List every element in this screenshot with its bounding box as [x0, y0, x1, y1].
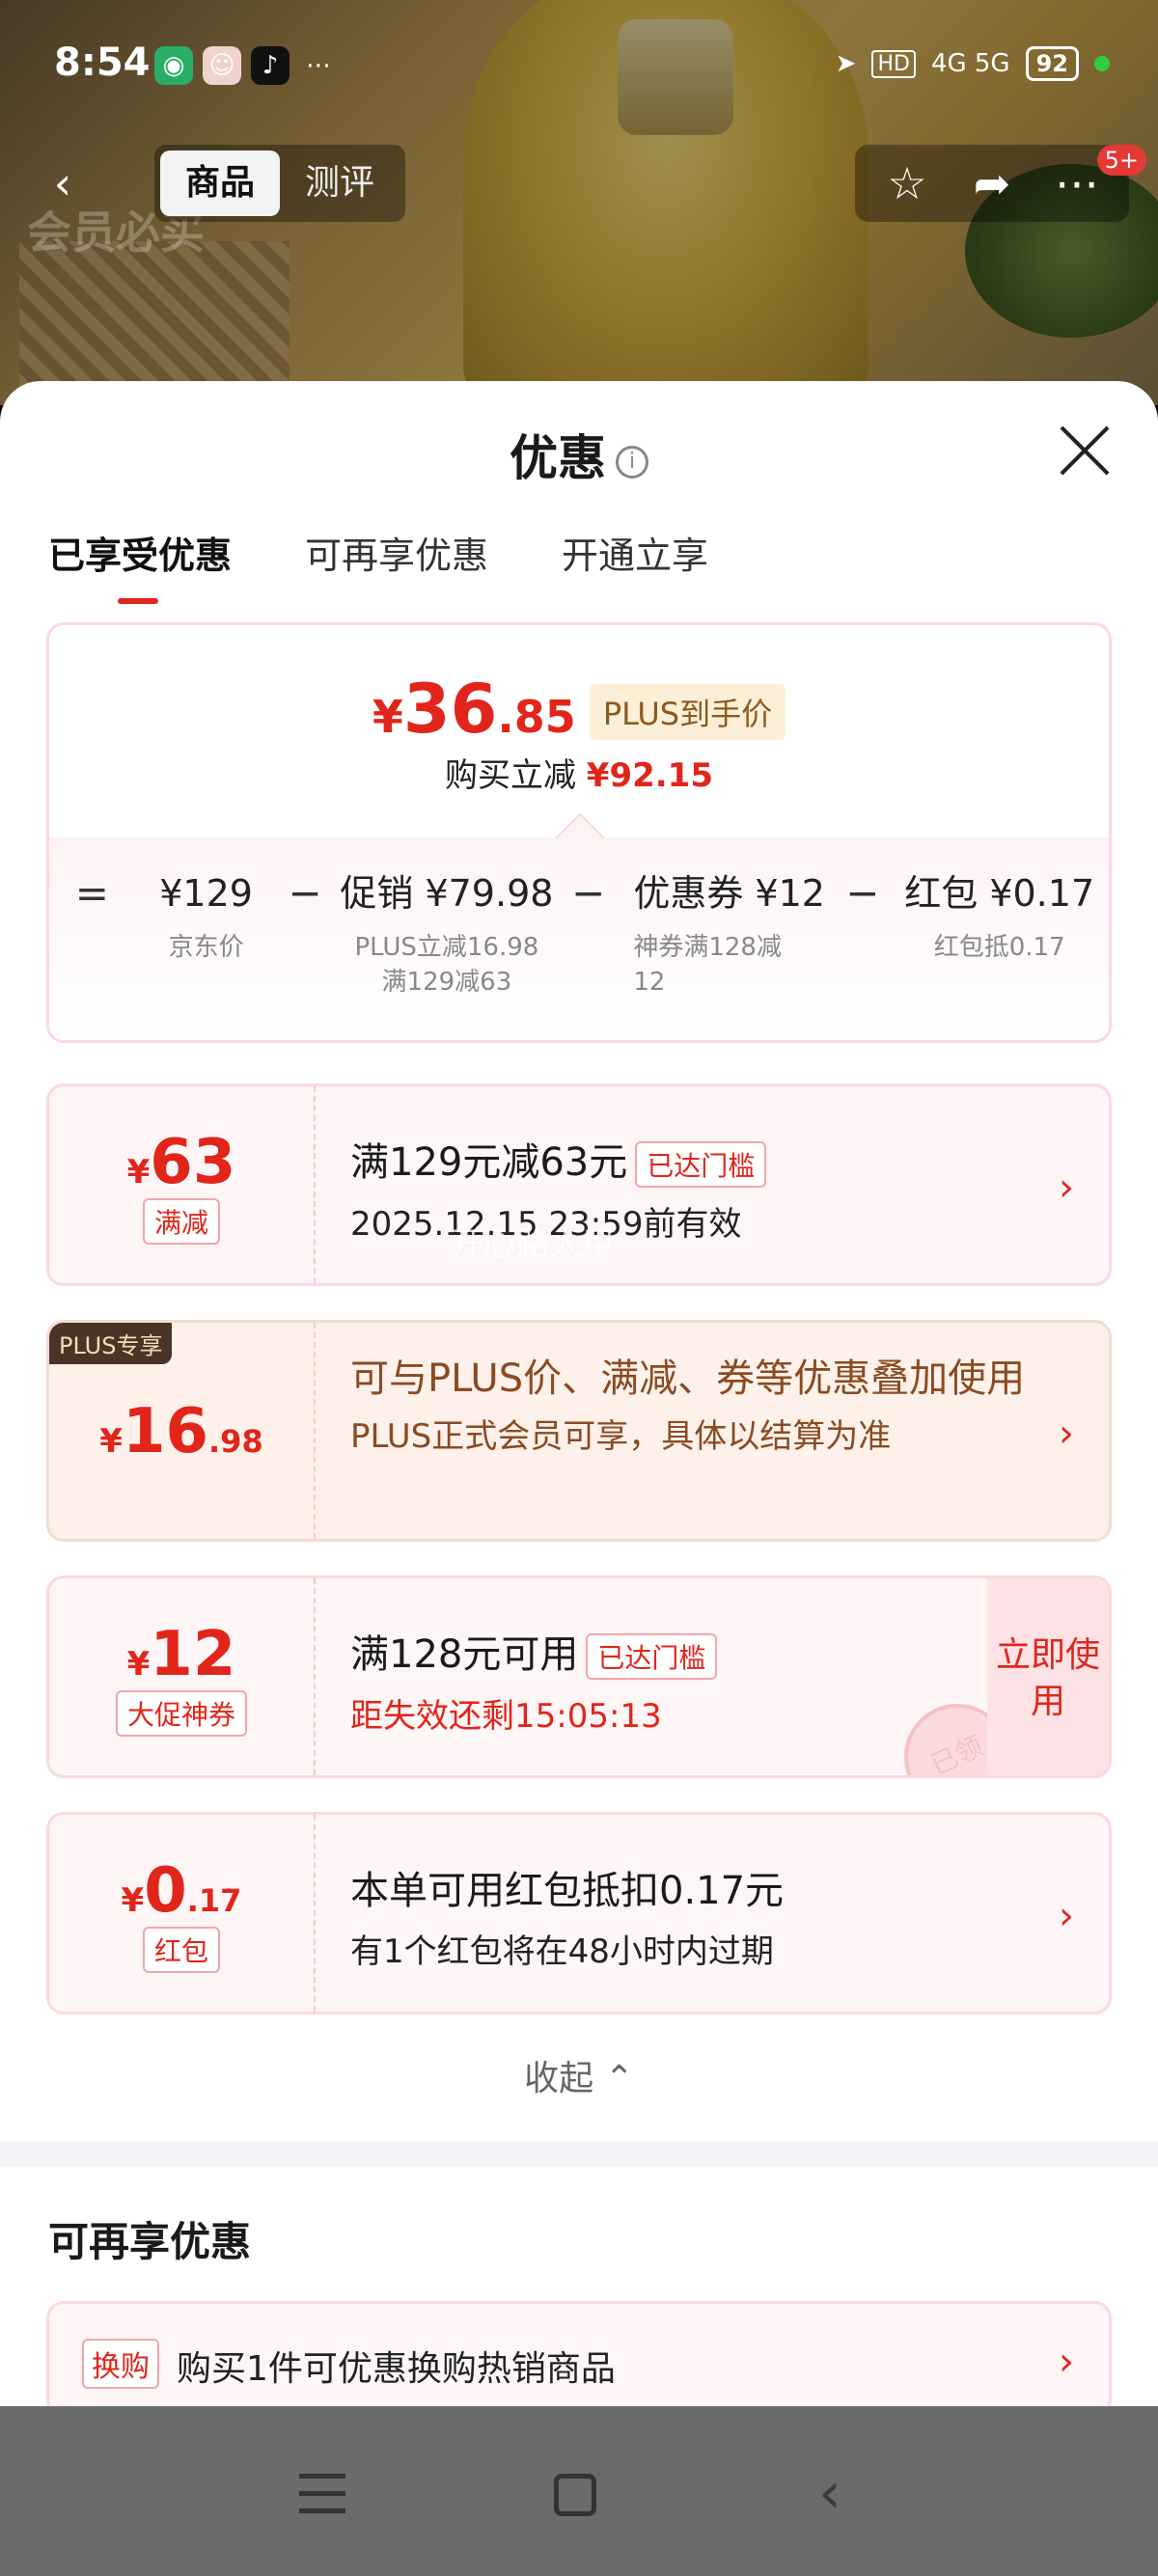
- tab-enjoyed[interactable]: 已享受优惠: [48, 526, 232, 604]
- info-icon[interactable]: i: [616, 445, 648, 479]
- avatar-icon: ☺: [203, 46, 241, 85]
- coupon-big-promo[interactable]: ¥12 大促神券 满128元可用 已达门槛 距失效还剩15:05:13 已领 立即…: [46, 1576, 1112, 1778]
- tiktok-icon: ♪: [251, 46, 290, 85]
- privacy-dot: [1094, 56, 1110, 71]
- coupon-details: 本单可用红包抵扣0.17元 有1个红包将在48小时内过期: [350, 1859, 784, 1972]
- formula-item-redpacket: 红包 ¥0.17 红包抵0.17: [904, 872, 1095, 962]
- collapse-label: 收起: [524, 2059, 594, 2098]
- status-right: ➤ HD 4G 5G 92: [836, 46, 1110, 81]
- formula-op: −: [571, 869, 606, 917]
- tab-product[interactable]: 商品: [160, 151, 281, 216]
- threshold-reached-tag: 已达门槛: [586, 1633, 718, 1680]
- nav-actions: ☆ ➦ ⋯: [855, 145, 1129, 222]
- chevron-right-icon[interactable]: ›: [1059, 1165, 1074, 1210]
- section-divider: [0, 2142, 1158, 2167]
- reduce-amount: ¥92.15: [586, 756, 713, 795]
- formula-item-coupon: 优惠券 ¥12 神券满128减 12: [633, 872, 825, 997]
- status-time: 8:54: [54, 41, 151, 85]
- coupon-amount-panel: ¥63 满减: [49, 1086, 316, 1283]
- final-price: ¥36.85: [372, 670, 576, 749]
- collapse-button[interactable]: 收起 ⌃: [0, 2050, 1158, 2100]
- system-navigation-bar: ‹: [0, 2406, 1158, 2576]
- coupon-amount: ¥16.98: [99, 1396, 263, 1467]
- coupon-details: 满128元可用 已达门槛 距失效还剩15:05:13: [350, 1623, 718, 1737]
- reduce-line: 购买立减 ¥92.15: [444, 756, 713, 795]
- favorite-star-icon[interactable]: ☆: [868, 145, 946, 222]
- coupon-type-tag: 大促神券: [115, 1690, 247, 1737]
- swap-offer-row[interactable]: 换购 购买1件可优惠换购热销商品 ›: [46, 2301, 1112, 2407]
- coupon-plus-exclusive[interactable]: ¥16.98 PLUS专享 可与PLUS价、满减、券等优惠叠加使用 PLUS正式…: [46, 1320, 1112, 1542]
- status-bar: 8:54 ◉ ☺ ♪ ⋯ ➤ HD 4G 5G 92: [0, 0, 1158, 135]
- message-count-badge: 5+: [1096, 145, 1146, 176]
- coupon-amount: ¥0.17: [121, 1855, 242, 1927]
- swap-tag: 换购: [82, 2339, 159, 2389]
- sheet-title: 优惠 i: [0, 420, 1158, 489]
- more-notifications-icon: ⋯: [306, 51, 331, 80]
- formula-item-promotion: 促销 ¥79.98 PLUS立减16.98 满129减63: [340, 872, 554, 997]
- coupon-amount-panel: ¥0.17 红包: [49, 1815, 316, 2012]
- coupon-note: PLUS正式会员可享，具体以结算为准: [350, 1417, 892, 1456]
- plus-only-badge: PLUS专享: [49, 1323, 173, 1364]
- coupon-type-tag: 红包: [142, 1927, 220, 1973]
- tab-more-available[interactable]: 可再享优惠: [305, 526, 488, 604]
- coupon-amount-panel: ¥12 大促神券: [49, 1578, 316, 1775]
- product-nav-tabs: 商品 测评: [154, 145, 406, 222]
- sheet-title-text: 优惠: [510, 430, 606, 486]
- use-now-label: 立即使用: [995, 1635, 1100, 1721]
- discount-sheet: 优惠 i 已享受优惠 可再享优惠 开通立享 ¥36.85 PLUS到手价 购买立减…: [0, 381, 1158, 2407]
- section-title-more-discounts: 可再享优惠: [48, 2218, 252, 2265]
- swap-text: 购买1件可优惠换购热销商品: [177, 2349, 616, 2389]
- formula-op: −: [845, 869, 880, 917]
- coupon-title: 本单可用红包抵扣0.17元: [350, 1869, 785, 1913]
- coupon-type-tag: 满减: [142, 1198, 220, 1245]
- close-button[interactable]: [1056, 422, 1114, 480]
- coupon-expiry-note: 有1个红包将在48小时内过期: [350, 1932, 774, 1971]
- threshold-reached-tag: 已达门槛: [635, 1141, 767, 1188]
- coupon-countdown: 距失效还剩15:05:13: [350, 1697, 662, 1736]
- location-icon: ➤: [835, 49, 857, 78]
- wechat-icon: ◉: [154, 46, 193, 85]
- watermark-overlay: 开心路人甲: [451, 1225, 615, 1264]
- plus-price-tag: PLUS到手价: [589, 684, 786, 740]
- share-icon[interactable]: ➦: [953, 145, 1031, 222]
- hd-icon: HD: [871, 49, 916, 78]
- price-summary-card: ¥36.85 PLUS到手价 购买立减 ¥92.15 = ¥129 京东价 − …: [46, 622, 1112, 1043]
- chevron-right-icon[interactable]: ›: [1059, 2340, 1074, 2384]
- signal-icon: 4G 5G: [930, 49, 1010, 78]
- battery-indicator: 92: [1025, 46, 1079, 81]
- use-now-button[interactable]: 立即使用: [987, 1578, 1109, 1775]
- formula-op: =: [74, 869, 109, 917]
- chevron-right-icon[interactable]: ›: [1059, 1894, 1074, 1938]
- recent-apps-icon[interactable]: [286, 2454, 363, 2532]
- chevron-right-icon[interactable]: ›: [1059, 1411, 1074, 1456]
- coupon-title: 可与PLUS价、满减、券等优惠叠加使用: [350, 1357, 1026, 1401]
- coupon-title: 满129元减63元: [350, 1140, 628, 1185]
- formula-item-jd-price: ¥129 京东价: [159, 872, 253, 962]
- coupon-details: 可与PLUS价、满减、券等优惠叠加使用 PLUS正式会员可享，具体以结算为准: [350, 1352, 1045, 1457]
- tab-activate[interactable]: 开通立享: [562, 526, 708, 604]
- coupon-amount: ¥63: [126, 1127, 236, 1198]
- price-formula: = ¥129 京东价 − 促销 ¥79.98 PLUS立减16.98 满129减…: [49, 837, 1109, 1040]
- chevron-up-icon: ⌃: [604, 2059, 634, 2098]
- tab-review[interactable]: 测评: [280, 151, 400, 216]
- coupon-red-packet[interactable]: ¥0.17 红包 本单可用红包抵扣0.17元 有1个红包将在48小时内过期 ›: [46, 1812, 1112, 2014]
- notification-icons: ◉ ☺ ♪ ⋯: [154, 46, 338, 85]
- formula-op: −: [288, 869, 322, 917]
- coupon-full-reduction[interactable]: ¥63 满减 满129元减63元 已达门槛 2025.12.15 23:59前有效…: [46, 1083, 1112, 1286]
- back-button[interactable]: ‹: [29, 145, 96, 222]
- coupon-amount: ¥12: [126, 1619, 236, 1690]
- system-back-icon[interactable]: ‹: [791, 2454, 868, 2532]
- coupon-title: 满128元可用: [350, 1632, 579, 1677]
- home-icon[interactable]: [537, 2454, 614, 2532]
- discount-tabs: 已享受优惠 可再享优惠 开通立享: [48, 526, 708, 604]
